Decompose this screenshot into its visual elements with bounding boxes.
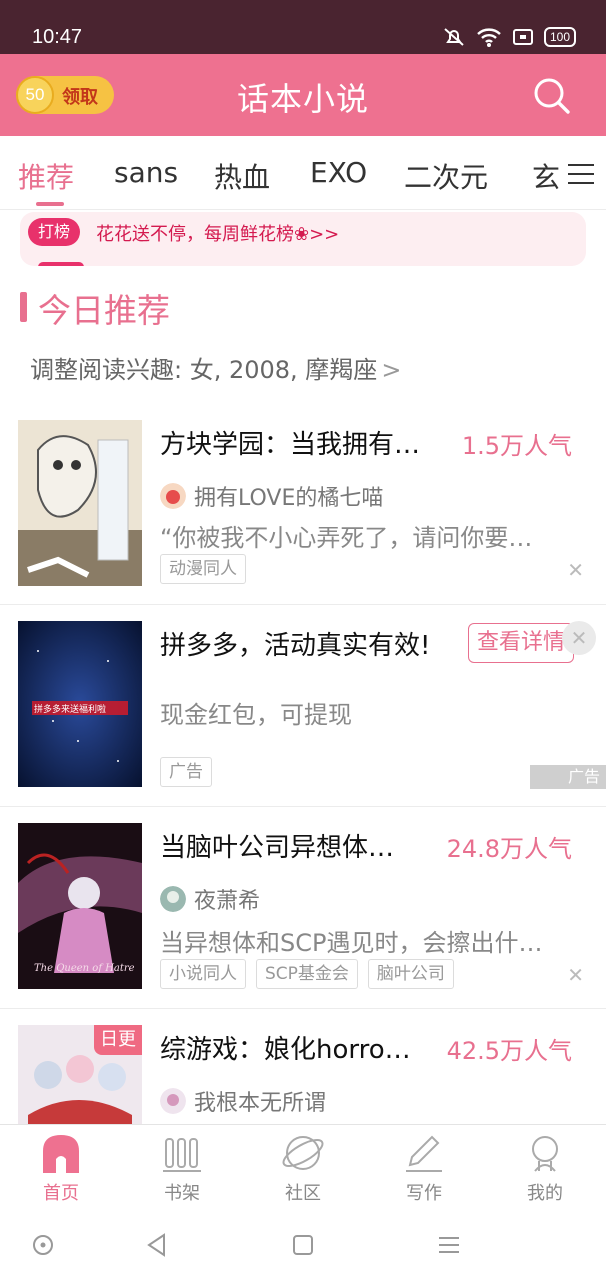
ad-card[interactable]: 拼多多来送福利啦 拼多多，活动真实有效! 查看详情 ✕ 现金红包，可提现 广告 … — [0, 604, 606, 806]
chevron-right-icon: > — [381, 356, 402, 384]
status-bar: 10:47 100 — [0, 0, 606, 54]
system-nav-bar — [0, 1210, 606, 1280]
ad-tag: 广告 — [160, 757, 212, 787]
nav-community[interactable]: 社区 — [248, 1131, 358, 1205]
back-triangle-icon[interactable] — [142, 1230, 172, 1260]
book-cover[interactable]: 日更 — [18, 1025, 142, 1124]
ad-mark-label: 广告 — [567, 767, 600, 786]
book-tags: 小说同人 SCP基金会 脑叶公司 — [160, 959, 454, 989]
section-title: 今日推荐 — [38, 291, 170, 330]
nav-write[interactable]: 写作 — [369, 1131, 479, 1205]
view-details-button[interactable]: 查看详情 — [468, 623, 574, 663]
mute-bell-icon — [444, 28, 464, 46]
app-header: 50 领取 话本小说 — [0, 54, 606, 136]
recents-menu-icon[interactable] — [434, 1230, 464, 1260]
category-tabs: 推荐 sans 热血 EXO 二次元 玄 — [0, 136, 606, 210]
nav-profile[interactable]: 我的 — [490, 1131, 600, 1205]
book-card[interactable]: 方块学园：当我拥有… 1.5万人气 拥有LOVE的橘七喵 “你被我不小心弄死了，… — [0, 406, 606, 604]
nav-label: 我的 — [527, 1183, 563, 1204]
bookshelf-icon — [163, 1138, 201, 1172]
community-planet-icon — [282, 1136, 324, 1170]
tab-anime[interactable]: 二次元 — [404, 156, 488, 196]
nav-label: 书架 — [164, 1183, 200, 1204]
tab-sans[interactable]: sans — [114, 156, 178, 189]
nav-label: 首页 — [43, 1183, 79, 1204]
dismiss-icon[interactable]: ✕ — [567, 558, 584, 582]
avatar — [160, 1088, 186, 1114]
author-name: 拥有LOVE的橘七喵 — [194, 486, 384, 511]
book-popularity: 1.5万人气 — [461, 432, 572, 460]
app-title: 话本小说 — [236, 80, 369, 118]
ad-close-icon[interactable]: ✕ — [562, 621, 596, 655]
home-icon — [43, 1135, 79, 1173]
interest-settings-link[interactable]: 调整阅读兴趣: 女, 2008, 摩羯座 > — [30, 350, 401, 385]
wifi-icon — [477, 28, 501, 47]
battery-indicator: 100 — [543, 27, 576, 47]
assistant-circle-icon[interactable] — [28, 1230, 58, 1260]
banner-badge: 打榜 — [28, 218, 81, 246]
profile-icon — [532, 1136, 558, 1172]
ad-subtitle: 现金红包，可提现 — [160, 701, 352, 729]
dismiss-icon[interactable]: ✕ — [567, 963, 584, 987]
book-card[interactable]: 日更 综游戏：娘化horro… 42.5万人气 我根本无所谓 — [0, 1008, 606, 1124]
banner-text: 花花送不停，每周鲜花榜❀>> — [96, 224, 340, 245]
nav-label: 社区 — [285, 1183, 321, 1204]
book-tags: 动漫同人 — [160, 554, 246, 584]
author-name: 我根本无所谓 — [194, 1091, 327, 1116]
book-cover[interactable]: The Queen of Hatred — [18, 823, 142, 989]
write-pencil-icon — [406, 1135, 442, 1172]
nav-label: 写作 — [406, 1183, 442, 1204]
avatar — [160, 886, 186, 912]
book-title: 综游戏：娘化horro… — [160, 1035, 411, 1065]
book-tag[interactable]: 动漫同人 — [160, 554, 246, 584]
book-tag[interactable]: 小说同人 — [160, 959, 246, 989]
status-icons: 100 — [442, 25, 576, 49]
book-title: 当脑叶公司异想体… — [160, 833, 395, 863]
ad-tags: 广告 — [160, 757, 212, 787]
book-description: “你被我不小心弄死了，请问你要… — [160, 524, 533, 552]
home-square-icon[interactable] — [288, 1230, 318, 1260]
book-popularity: 24.8万人气 — [446, 835, 572, 863]
cover-title-text: The Queen of Hatred — [34, 963, 134, 974]
book-card[interactable]: The Queen of Hatred 当脑叶公司异想体… 24.8万人气 夜萧… — [0, 806, 606, 1008]
ad-cover[interactable]: 拼多多来送福利啦 — [18, 621, 142, 787]
interest-text: 调整阅读兴趣: 女, 2008, 摩羯座 — [30, 356, 378, 384]
screen-cast-icon — [512, 29, 533, 45]
author-name: 夜萧希 — [194, 889, 261, 914]
book-tag[interactable]: SCP基金会 — [256, 959, 358, 989]
author-row[interactable]: 我根本无所谓 — [160, 1085, 326, 1117]
tab-exo[interactable]: EXO — [310, 156, 367, 189]
ranking-banner[interactable]: 打榜 花花送不停，每周鲜花榜❀>> — [20, 212, 586, 266]
next-banner-peek — [38, 262, 84, 266]
bottom-nav: 首页 书架 社区 写作 我的 — [0, 1124, 606, 1210]
ad-mark: 广告 — [530, 765, 606, 789]
author-row[interactable]: 拥有LOVE的橘七喵 — [160, 480, 383, 512]
nav-home[interactable]: 首页 — [6, 1131, 116, 1205]
tab-xuan[interactable]: 玄 — [532, 156, 560, 196]
book-tag[interactable]: 脑叶公司 — [367, 959, 454, 989]
search-icon[interactable] — [532, 76, 572, 116]
author-row[interactable]: 夜萧希 — [160, 883, 260, 915]
ad-cover-text: 拼多多来送福利啦 — [34, 705, 107, 715]
book-title: 方块学园：当我拥有… — [160, 430, 421, 460]
avatar — [160, 483, 186, 509]
nav-bookshelf[interactable]: 书架 — [127, 1131, 237, 1205]
ad-title: 拼多多，活动真实有效! — [160, 631, 431, 661]
section-accent-bar — [20, 292, 27, 322]
tab-recommend[interactable]: 推荐 — [18, 156, 74, 196]
book-popularity: 42.5万人气 — [446, 1037, 572, 1065]
book-description: 当异想体和SCP遇见时，会擦出什… — [160, 929, 543, 957]
category-menu-icon[interactable] — [560, 154, 600, 194]
active-tab-indicator — [36, 202, 64, 206]
tab-hot-blood[interactable]: 热血 — [214, 156, 270, 196]
daily-update-badge: 日更 — [94, 1025, 142, 1055]
book-cover[interactable] — [18, 420, 142, 586]
status-time: 10:47 — [32, 26, 83, 48]
